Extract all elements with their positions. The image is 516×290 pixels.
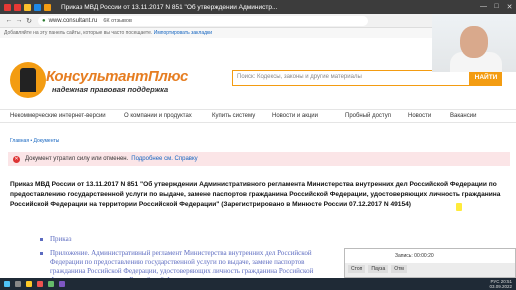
brand-name[interactable]: КонсультантПлюс [46,68,188,85]
error-icon: ✕ [13,155,20,163]
reload-icon[interactable]: ↻ [24,17,34,25]
webcam-overlay [432,14,516,72]
main-menu: Некоммерческие интернет-версии О компани… [0,109,516,123]
start-icon[interactable] [4,281,10,287]
app-icon[interactable] [48,281,54,287]
window-title: Приказ МВД России от 13.11.2017 N 851 "О… [61,3,278,11]
page-content: КонсультантПлюс надежная правовая поддер… [0,38,516,284]
menu-item-about[interactable]: О компании и продуктах [124,113,192,119]
search-input[interactable]: Поиск: Кодексы, законы и другие материал… [232,70,470,86]
recorder-pause-button[interactable]: Пауза [368,265,389,273]
recorder-cancel-button[interactable]: Отм [391,265,407,273]
alert-text: Документ утратил силу или отменен. [25,156,129,162]
minimize-icon[interactable]: — [477,3,490,11]
status-alert: ✕ Документ утратил силу или отменен. Под… [8,152,510,166]
explorer-icon[interactable] [26,281,32,287]
menu-item-noncommercial[interactable]: Некоммерческие интернет-версии [10,113,106,119]
recorder-window: Запись: 00:00:20 Стоп Пауза Отм [344,248,516,278]
url-text: www.consultant.ru [48,17,98,24]
menu-item-news[interactable]: Новости [408,113,431,119]
yandex-browser-icon[interactable] [37,281,43,287]
menu-item-news-promos[interactable]: Новости и акции [272,113,318,119]
viber-icon[interactable] [59,281,65,287]
menu-item-buy[interactable]: Купить систему [212,113,255,119]
mouse-cursor [456,203,462,211]
mail-icon[interactable] [14,3,21,11]
brand-tagline: надежная правовая поддержка [52,85,169,94]
lock-icon: ● [42,17,46,24]
system-tray[interactable]: РУС 20:51 03.09.2022 [489,279,516,289]
menu-item-trial[interactable]: Пробный доступ [345,113,391,119]
breadcrumb[interactable]: Главная • Документы [10,138,59,144]
alert-help-link[interactable]: Подробнее см. Справку [131,156,197,162]
search-button[interactable]: НАЙТИ [470,70,502,86]
recorder-status: Запись: 00:00:20 [345,249,515,263]
consultant-logo[interactable] [10,62,46,98]
consultant-tab-icon[interactable] [44,3,51,11]
tab-icons [0,3,51,11]
back-icon[interactable]: ← [4,17,14,24]
youtube-icon[interactable] [4,3,11,11]
browser-titlebar: Приказ МВД России от 13.11.2017 N 851 "О… [0,0,516,14]
recorder-stop-button[interactable]: Стоп [348,265,366,273]
url-field[interactable]: ● www.consultant.ru 6К отзывов [38,15,368,26]
menu-item-vacancies[interactable]: Вакансии [450,113,476,119]
toc-item-order[interactable]: Приказ [40,235,340,244]
close-icon[interactable]: ✕ [503,3,516,11]
tray-date: 03.09.2022 [489,284,512,289]
vk-icon[interactable] [34,3,41,11]
search-icon[interactable] [15,281,21,287]
forward-icon[interactable]: → [14,17,24,24]
maximize-icon[interactable]: □ [490,3,503,11]
import-bookmarks-link[interactable]: Импортировать закладки [154,30,212,36]
document-title: Приказ МВД России от 13.11.2017 N 851 "О… [10,181,501,208]
reviews-badge[interactable]: 6К отзывов [103,18,132,24]
taskbar: РУС 20:51 03.09.2022 [0,278,516,290]
bookmark-hint: Добавляйте на эту панель сайты, которые … [4,30,153,36]
yandex-icon[interactable] [24,3,31,11]
